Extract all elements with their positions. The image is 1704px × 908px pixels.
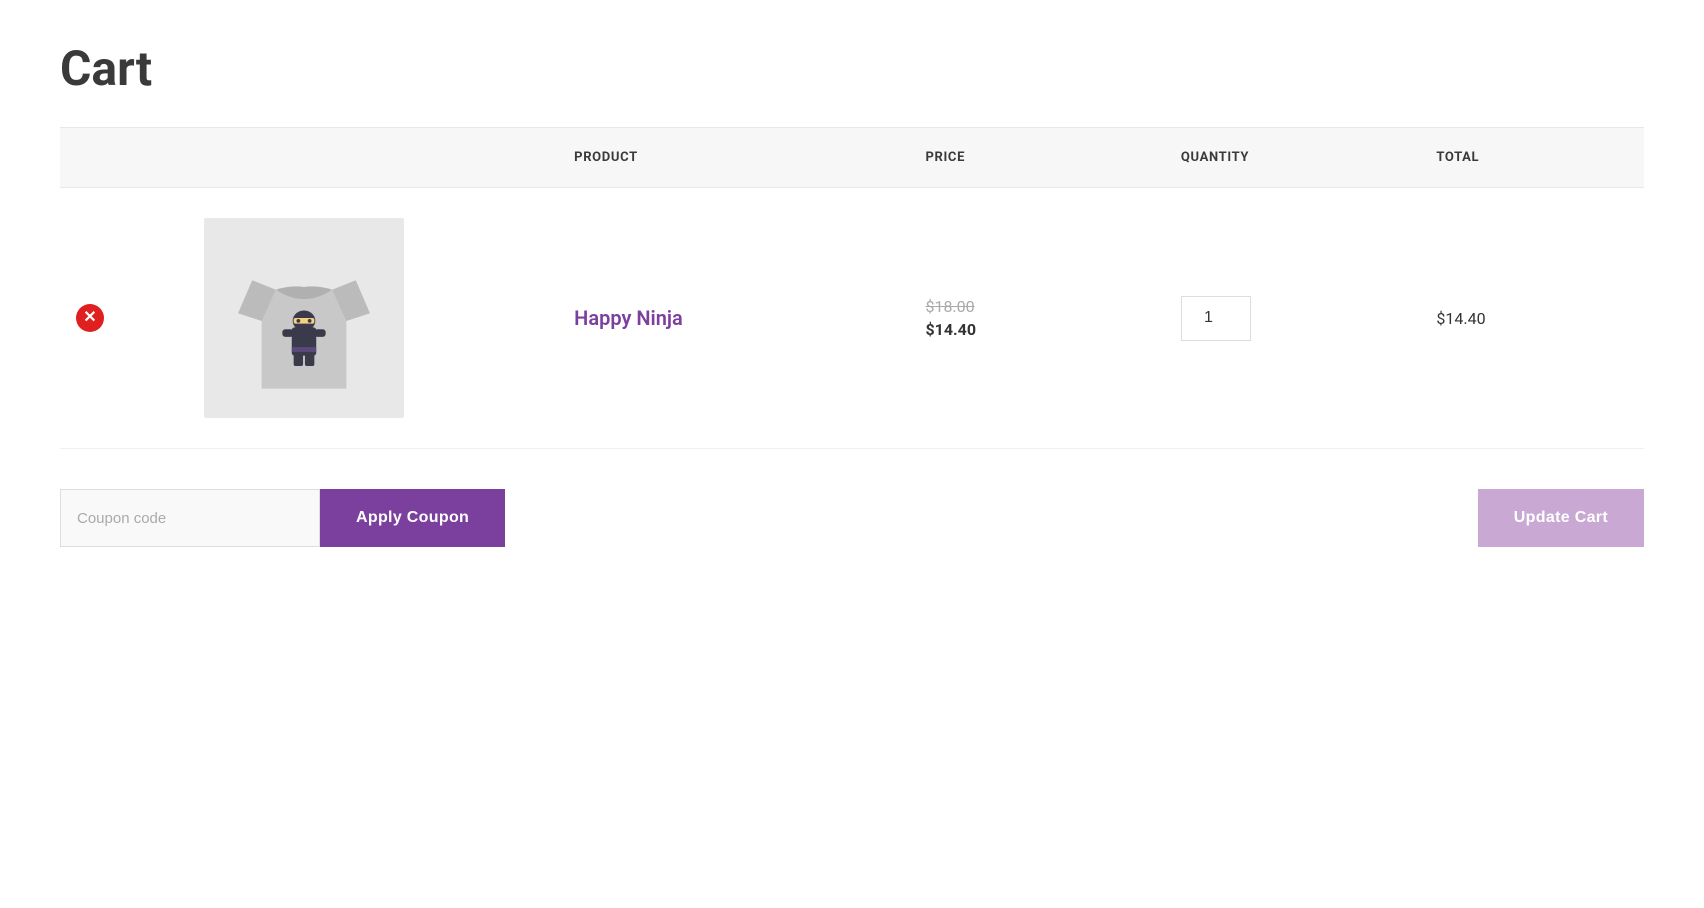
cart-table: PRODUCT PRICE QUANTITY TOTAL ✕ xyxy=(60,127,1644,449)
header-price: PRICE xyxy=(909,128,1164,188)
header-product: PRODUCT xyxy=(558,128,909,188)
cart-actions: Apply Coupon Update Cart xyxy=(60,479,1644,547)
price-cell: $18.00 $14.40 xyxy=(909,188,1164,449)
product-image-cell xyxy=(188,188,558,449)
product-image-wrapper xyxy=(204,218,404,418)
page-title: Cart xyxy=(60,40,1644,97)
apply-coupon-button[interactable]: Apply Coupon xyxy=(320,489,505,547)
product-name: Happy Ninja xyxy=(574,306,683,330)
update-cart-button[interactable]: Update Cart xyxy=(1478,489,1644,547)
quantity-cell xyxy=(1165,188,1420,449)
total-cell: $14.40 xyxy=(1420,188,1644,449)
header-quantity: QUANTITY xyxy=(1165,128,1420,188)
price-sale: $14.40 xyxy=(925,320,1148,339)
coupon-section: Apply Coupon xyxy=(60,489,505,547)
item-total: $14.40 xyxy=(1436,309,1485,328)
product-image xyxy=(229,238,379,398)
remove-icon: ✕ xyxy=(76,304,104,332)
table-row: ✕ xyxy=(60,188,1644,449)
header-image xyxy=(188,128,558,188)
quantity-input[interactable] xyxy=(1181,296,1251,341)
price-original: $18.00 xyxy=(925,297,1148,316)
coupon-input[interactable] xyxy=(60,489,320,547)
cart-table-header: PRODUCT PRICE QUANTITY TOTAL xyxy=(60,128,1644,188)
remove-cell: ✕ xyxy=(60,188,188,449)
header-remove xyxy=(60,128,188,188)
product-name-cell: Happy Ninja xyxy=(558,188,909,449)
header-total: TOTAL xyxy=(1420,128,1644,188)
remove-item-button[interactable]: ✕ xyxy=(76,304,104,332)
